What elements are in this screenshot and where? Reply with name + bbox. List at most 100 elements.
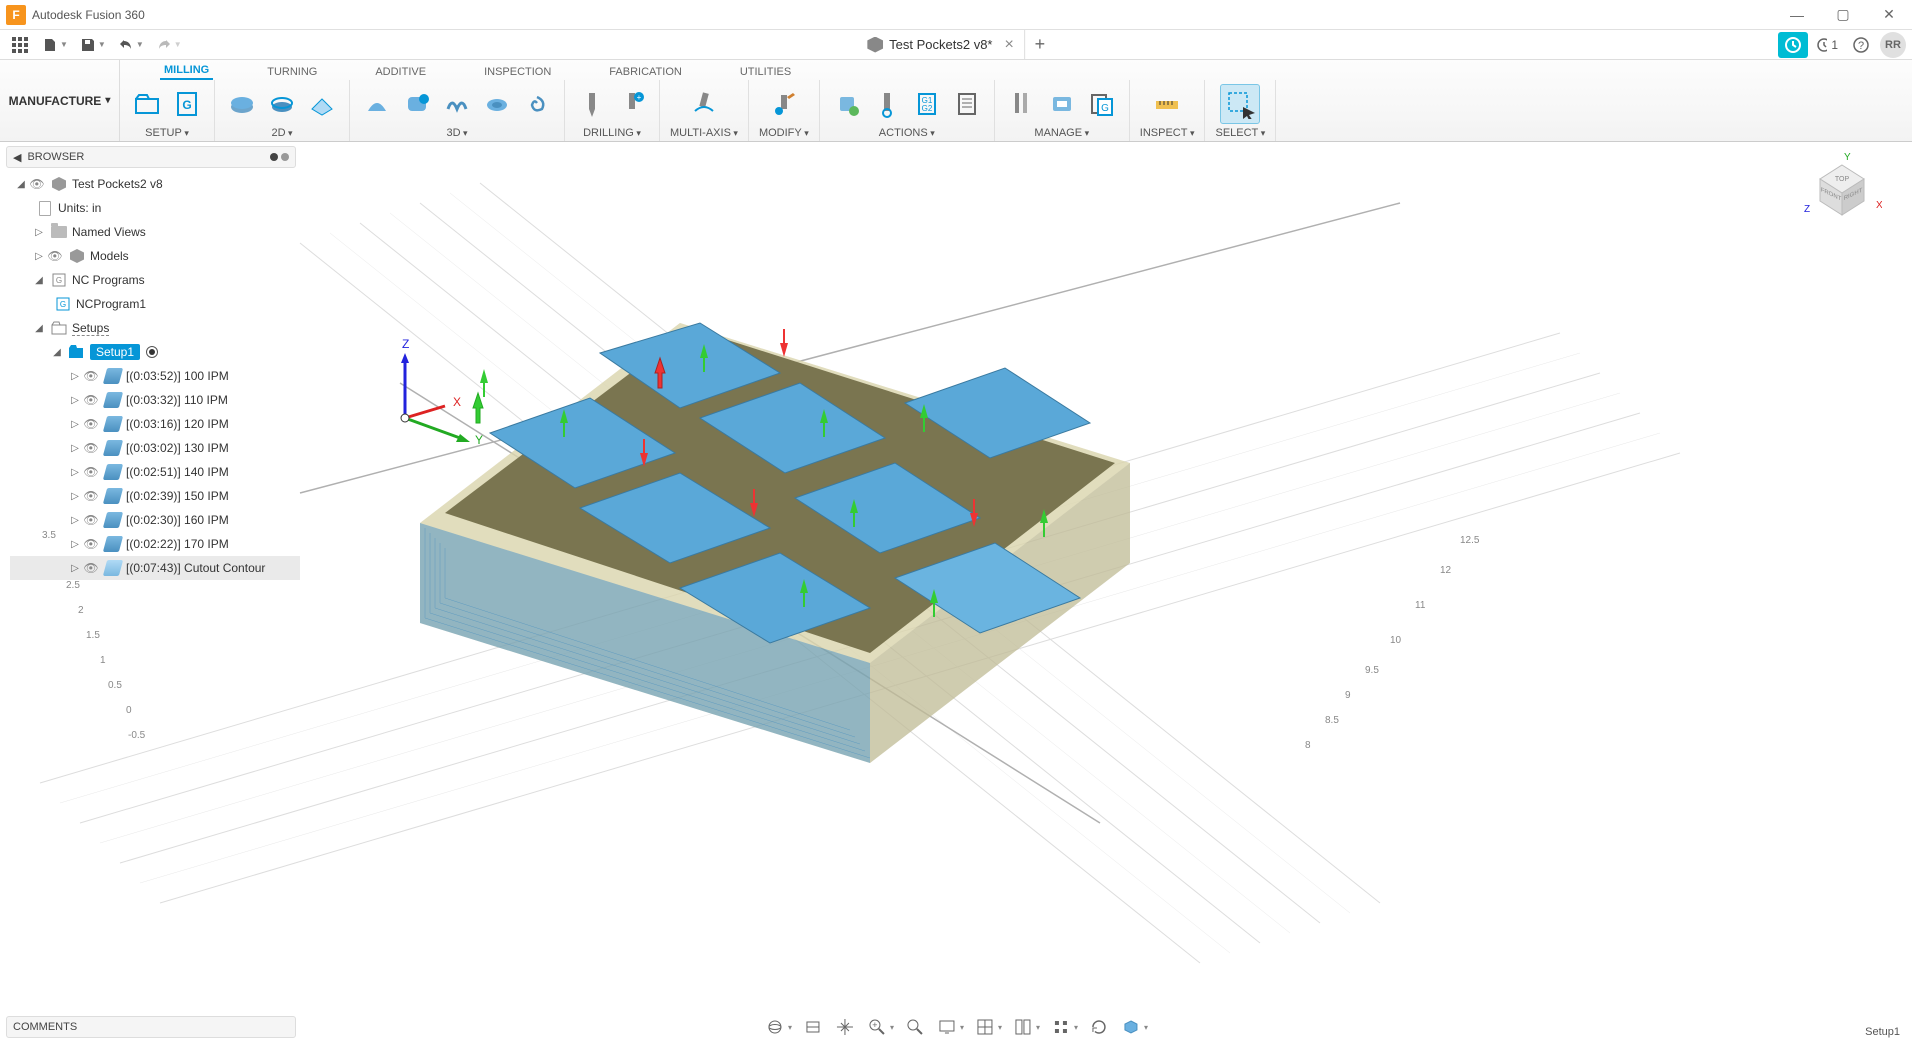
tree-node-operation[interactable]: ▷👁[(0:03:16)] 120 IPM: [10, 412, 300, 436]
3d-parallel-icon[interactable]: [440, 87, 474, 121]
visibility-icon[interactable]: 👁: [28, 177, 46, 191]
browser-pin-icon[interactable]: [281, 153, 289, 161]
tree-node-operation[interactable]: ▷👁[(0:02:22)] 170 IPM: [10, 532, 300, 556]
caret-icon[interactable]: ▷: [68, 539, 82, 550]
setup-folder-icon[interactable]: [130, 87, 164, 121]
refresh-icon[interactable]: [1088, 1016, 1110, 1038]
setup-sheet-icon[interactable]: [950, 87, 984, 121]
group-select-label[interactable]: SELECT: [1215, 127, 1265, 139]
caret-icon[interactable]: ▷: [32, 251, 46, 262]
save-menu-caret[interactable]: ▼: [98, 40, 106, 49]
3d-spiral-icon[interactable]: [520, 87, 554, 121]
display-settings-icon[interactable]: [936, 1016, 958, 1038]
tree-node-named-views[interactable]: ▷ Named Views: [10, 220, 300, 244]
tree-node-models[interactable]: ▷ 👁 Models: [10, 244, 300, 268]
group-3d-label[interactable]: 3D: [446, 127, 467, 139]
orbit-icon[interactable]: [764, 1016, 786, 1038]
user-avatar[interactable]: RR: [1880, 32, 1906, 58]
look-at-icon[interactable]: [802, 1016, 824, 1038]
caret-icon[interactable]: ▷: [68, 491, 82, 502]
visibility-icon[interactable]: 👁: [82, 561, 100, 575]
tree-node-nc-program-1[interactable]: G NCProgram1: [10, 292, 300, 316]
visibility-icon[interactable]: 👁: [82, 465, 100, 479]
visibility-icon[interactable]: 👁: [82, 513, 100, 527]
measure-icon[interactable]: [1150, 87, 1184, 121]
visibility-icon[interactable]: 👁: [82, 393, 100, 407]
tree-node-operation[interactable]: ▷👁[(0:03:52)] 100 IPM: [10, 364, 300, 388]
2d-adaptive-icon[interactable]: [225, 87, 259, 121]
workspace-selector[interactable]: MANUFACTURE: [0, 60, 120, 141]
tab-turning[interactable]: TURNING: [263, 64, 321, 80]
3d-scallop-icon[interactable]: [480, 87, 514, 121]
tree-node-operation[interactable]: ▷👁[(0:02:51)] 140 IPM: [10, 460, 300, 484]
tab-inspection[interactable]: INSPECTION: [480, 64, 555, 80]
tab-additive[interactable]: ADDITIVE: [371, 64, 430, 80]
caret-icon[interactable]: ◢: [50, 347, 64, 358]
tool-library-icon[interactable]: [1005, 87, 1039, 121]
caret-icon[interactable]: ◢: [32, 323, 46, 334]
visibility-icon[interactable]: 👁: [82, 537, 100, 551]
new-tab-button[interactable]: +: [1025, 34, 1055, 55]
visibility-icon[interactable]: 👁: [82, 441, 100, 455]
visibility-icon[interactable]: 👁: [46, 249, 64, 263]
visibility-icon[interactable]: 👁: [82, 369, 100, 383]
window-maximize-button[interactable]: ▢: [1820, 0, 1866, 30]
file-menu-caret[interactable]: ▼: [60, 40, 68, 49]
active-setup-radio[interactable]: [146, 346, 158, 358]
viewport-settings-icon[interactable]: [1012, 1016, 1034, 1038]
apps-grid-icon[interactable]: [6, 32, 34, 58]
tree-node-root[interactable]: ◢ 👁 Test Pockets2 v8: [10, 172, 300, 196]
zoom-icon[interactable]: +: [866, 1016, 888, 1038]
extensions-icon[interactable]: [1778, 32, 1808, 58]
tree-node-operation[interactable]: ▷👁[(0:02:30)] 160 IPM: [10, 508, 300, 532]
group-modify-label[interactable]: MODIFY: [759, 127, 809, 139]
snap-grid-icon[interactable]: [1050, 1016, 1072, 1038]
template-library-icon[interactable]: G: [1085, 87, 1119, 121]
group-actions-label[interactable]: ACTIONS: [879, 127, 935, 139]
post-process-icon[interactable]: G1G2: [910, 87, 944, 121]
browser-panel-header[interactable]: ◀ BROWSER: [6, 146, 296, 168]
object-visibility-icon[interactable]: [1120, 1016, 1142, 1038]
grid-settings-icon[interactable]: [974, 1016, 996, 1038]
caret-icon[interactable]: ▷: [68, 443, 82, 454]
group-inspect-label[interactable]: INSPECT: [1140, 127, 1195, 139]
document-tab[interactable]: Test Pockets2 v8* ×: [857, 30, 1025, 59]
simulate-icon[interactable]: [870, 87, 904, 121]
fit-icon[interactable]: [904, 1016, 926, 1038]
browser-options-icon[interactable]: [270, 153, 278, 161]
tree-node-setup1[interactable]: ◢ Setup1: [10, 340, 300, 364]
tab-fabrication[interactable]: FABRICATION: [605, 64, 686, 80]
pan-icon[interactable]: [834, 1016, 856, 1038]
browser-collapse-icon[interactable]: ◀: [13, 151, 21, 164]
caret-icon[interactable]: ▷: [68, 515, 82, 526]
tab-milling[interactable]: MILLING: [160, 62, 213, 80]
generate-icon[interactable]: [830, 87, 864, 121]
group-2d-label[interactable]: 2D: [271, 127, 292, 139]
job-status-badge[interactable]: 1: [1812, 32, 1842, 58]
caret-icon[interactable]: ▷: [68, 563, 82, 574]
caret-icon[interactable]: ◢: [14, 179, 28, 190]
visibility-icon[interactable]: 👁: [82, 417, 100, 431]
3d-adaptive-icon[interactable]: [360, 87, 394, 121]
tree-node-setups[interactable]: ◢ Setups: [10, 316, 300, 340]
group-drilling-label[interactable]: DRILLING: [583, 127, 641, 139]
window-close-button[interactable]: ✕: [1866, 0, 1912, 30]
tree-node-operation[interactable]: ▷👁[(0:02:39)] 150 IPM: [10, 484, 300, 508]
caret-icon[interactable]: ▷: [68, 395, 82, 406]
tree-node-operation[interactable]: ▷👁[(0:03:32)] 110 IPM: [10, 388, 300, 412]
modify-icon[interactable]: [767, 87, 801, 121]
group-manage-label[interactable]: MANAGE: [1034, 127, 1089, 139]
tab-utilities[interactable]: UTILITIES: [736, 64, 795, 80]
2d-pocket-icon[interactable]: [265, 87, 299, 121]
hole-recognition-icon[interactable]: +: [615, 87, 649, 121]
3d-horizontal-icon[interactable]: [400, 87, 434, 121]
document-tab-close-icon[interactable]: ×: [1004, 36, 1013, 54]
select-icon[interactable]: [1220, 84, 1260, 124]
caret-icon[interactable]: ▷: [32, 227, 46, 238]
undo-caret[interactable]: ▼: [136, 40, 144, 49]
setup-gcode-icon[interactable]: G: [170, 87, 204, 121]
drill-icon[interactable]: [575, 87, 609, 121]
tree-node-operation[interactable]: ▷👁[(0:03:02)] 130 IPM: [10, 436, 300, 460]
visibility-icon[interactable]: 👁: [82, 489, 100, 503]
group-multiaxis-label[interactable]: MULTI-AXIS: [670, 127, 738, 139]
